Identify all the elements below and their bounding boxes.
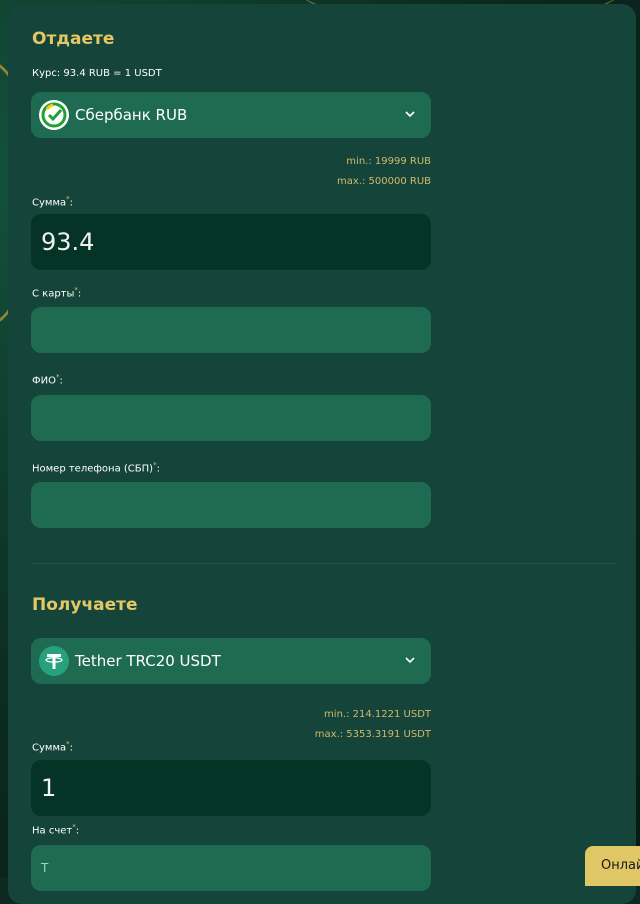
required-mark: * [153,461,157,469]
card-label-text: С карты [32,288,75,300]
sberbank-logo-icon [39,100,69,130]
fio-input[interactable] [31,395,431,441]
fio-label-text: ФИО [32,375,56,387]
give-min-limit: min.: 19999 RUB [346,156,431,167]
receive-currency-select[interactable]: Tether TRC20 USDT [31,638,431,684]
give-currency-label: Сбербанк RUB [75,106,188,124]
give-amount-value: 93.4 [41,228,95,256]
give-section-title: Отдаете [32,29,115,49]
required-mark: * [66,195,70,203]
required-mark: * [74,286,78,294]
receive-max-limit: max.: 5353.3191 USDT [314,729,431,740]
online-chat-button[interactable]: Онлайн [585,846,640,886]
account-input[interactable]: T [31,845,431,891]
card-label: С карты*: [32,286,82,300]
receive-amount-input[interactable]: 1 [31,760,431,816]
tether-icon [39,646,69,676]
receive-amount-value: 1 [41,774,57,802]
chevron-down-icon [405,111,415,118]
give-currency-select[interactable]: Сбербанк RUB [31,92,431,138]
phone-input[interactable] [31,482,431,528]
exchange-rate-label: Курс: 93.4 RUB = 1 USDT [32,68,162,79]
phone-label-text: Номер телефона (СБП) [32,463,154,475]
receive-section-title: Получаете [32,595,138,615]
card-number-input[interactable] [31,307,431,353]
required-mark: * [72,823,76,831]
chevron-down-icon [405,657,415,664]
give-amount-input[interactable]: 93.4 [31,214,431,270]
online-chat-label: Онлайн [601,858,640,873]
required-mark: * [55,373,60,381]
account-label-text: На счет [32,825,73,837]
account-value: T [41,861,49,875]
receive-min-limit: min.: 214.1221 USDT [324,709,431,720]
receive-currency-label: Tether TRC20 USDT [75,652,221,670]
give-max-limit: max.: 500000 RUB [337,176,431,187]
section-divider [31,563,616,564]
receive-amount-label: Сумма*: [32,740,73,754]
account-label: На счет*: [32,823,80,837]
give-amount-label: Сумма*: [32,195,73,209]
fio-label: ФИО*: [32,373,63,387]
receive-amount-label-text: Сумма [32,742,67,754]
required-mark: * [66,740,70,748]
phone-label: Номер телефона (СБП)*: [32,461,160,475]
give-amount-label-text: Сумма [32,197,67,209]
